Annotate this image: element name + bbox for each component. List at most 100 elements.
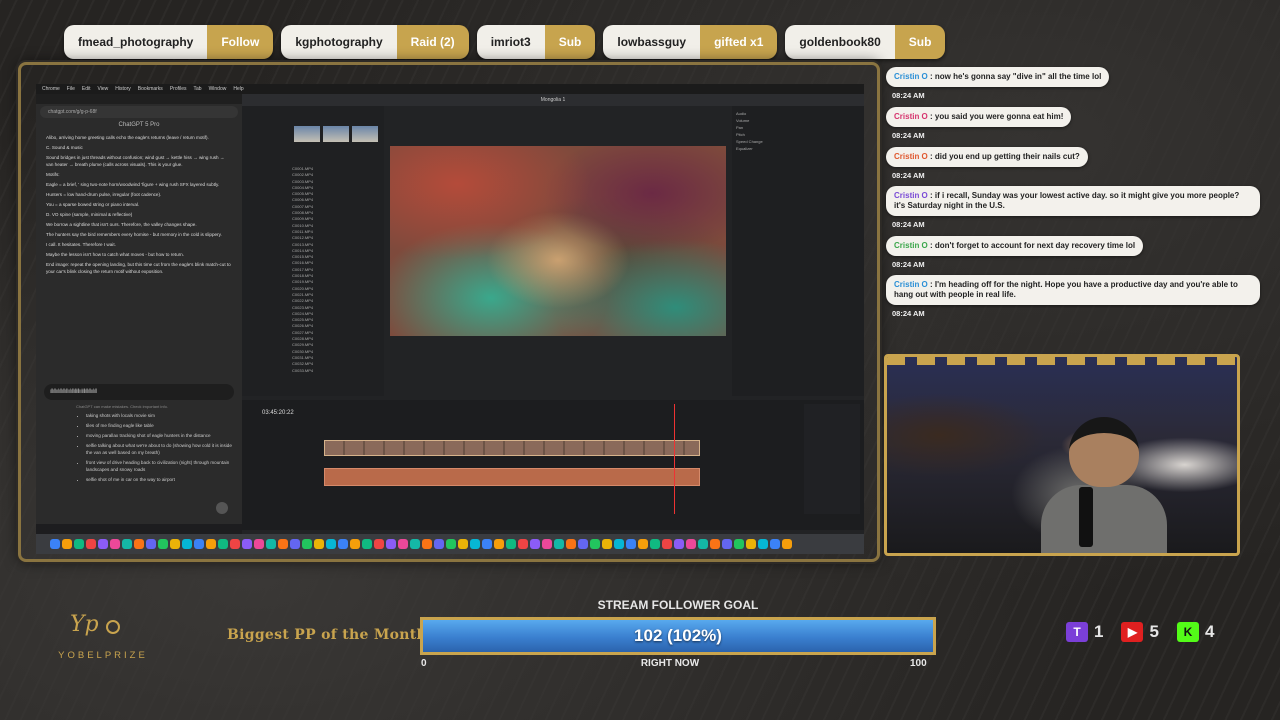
settings-gear-icon[interactable]: [216, 502, 228, 514]
dock-app-icon[interactable]: [590, 539, 600, 549]
dock-app-icon[interactable]: [254, 539, 264, 549]
dock-app-icon[interactable]: [350, 539, 360, 549]
dock-app-icon[interactable]: [554, 539, 564, 549]
dock-app-icon[interactable]: [698, 539, 708, 549]
dock-app-icon[interactable]: [98, 539, 108, 549]
menu-item[interactable]: View: [97, 86, 108, 92]
dock-app-icon[interactable]: [674, 539, 684, 549]
media-thumbnail[interactable]: [352, 126, 378, 142]
dock-app-icon[interactable]: [722, 539, 732, 549]
dock-app-icon[interactable]: [458, 539, 468, 549]
browser-tabs[interactable]: [36, 94, 242, 104]
dock-app-icon[interactable]: [86, 539, 96, 549]
dock-app-icon[interactable]: [182, 539, 192, 549]
menu-item[interactable]: Bookmarks: [138, 86, 163, 92]
media-pool[interactable]: C0001.MP4 C0002.MP4 C0003.MP4 C0004.MP4 C000…: [242, 106, 384, 396]
dock-app-icon[interactable]: [710, 539, 720, 549]
menu-item[interactable]: History: [115, 86, 131, 92]
chat-username[interactable]: Cristin O: [894, 112, 928, 121]
media-thumbnail[interactable]: [294, 126, 320, 142]
dock-app-icon[interactable]: [662, 539, 672, 549]
dock-app-icon[interactable]: [602, 539, 612, 549]
dock-app-icon[interactable]: [146, 539, 156, 549]
dock-app-icon[interactable]: [74, 539, 84, 549]
dock-app-icon[interactable]: [374, 539, 384, 549]
dock-app-icon[interactable]: [626, 539, 636, 549]
dock-app-icon[interactable]: [62, 539, 72, 549]
playhead[interactable]: [674, 404, 675, 514]
dock-app-icon[interactable]: [218, 539, 228, 549]
dock-app-icon[interactable]: [362, 539, 372, 549]
dock-app-icon[interactable]: [470, 539, 480, 549]
dock-app-icon[interactable]: [266, 539, 276, 549]
dock-app-icon[interactable]: [302, 539, 312, 549]
dock-app-icon[interactable]: [122, 539, 132, 549]
menu-item[interactable]: Profiles: [170, 86, 187, 92]
dock-app-icon[interactable]: [278, 539, 288, 549]
edit-timeline[interactable]: 03:45:20:22: [242, 400, 864, 530]
dock-app-icon[interactable]: [578, 539, 588, 549]
inspector-item[interactable]: Volume: [736, 117, 860, 124]
clip-item[interactable]: C0033.MP4: [292, 368, 382, 374]
note-item: taking shots with locals movie sim: [86, 412, 236, 419]
dock-app-icon[interactable]: [50, 539, 60, 549]
dock-app-icon[interactable]: [518, 539, 528, 549]
event-username: fmead_photography: [64, 25, 208, 59]
dock-app-icon[interactable]: [782, 539, 792, 549]
dock-app-icon[interactable]: [386, 539, 396, 549]
chat-username[interactable]: Cristin O: [894, 280, 928, 289]
inspector-item[interactable]: Audio: [736, 110, 860, 117]
browser-url-bar[interactable]: chatgpt.com/g/g-p-68f: [40, 106, 238, 118]
dock-app-icon[interactable]: [110, 539, 120, 549]
dock-app-icon[interactable]: [758, 539, 768, 549]
dock-app-icon[interactable]: [614, 539, 624, 549]
dock-app-icon[interactable]: [746, 539, 756, 549]
menu-item[interactable]: File: [67, 86, 75, 92]
dock-app-icon[interactable]: [494, 539, 504, 549]
dock-app-icon[interactable]: [242, 539, 252, 549]
dock-app-icon[interactable]: [422, 539, 432, 549]
chat-username[interactable]: Cristin O: [894, 152, 928, 161]
dock-app-icon[interactable]: [326, 539, 336, 549]
video-track-clip[interactable]: [324, 440, 700, 456]
inspector-item[interactable]: Equalizer: [736, 145, 860, 152]
dock-app-icon[interactable]: [314, 539, 324, 549]
dock-app-icon[interactable]: [134, 539, 144, 549]
inspector-item[interactable]: Pan: [736, 124, 860, 131]
dock-app-icon[interactable]: [506, 539, 516, 549]
dock-app-icon[interactable]: [290, 539, 300, 549]
dock-app-icon[interactable]: [650, 539, 660, 549]
dock-app-icon[interactable]: [734, 539, 744, 549]
dock-app-icon[interactable]: [170, 539, 180, 549]
audio-track-clip[interactable]: [324, 468, 700, 486]
menu-item[interactable]: Edit: [82, 86, 91, 92]
chat-model-title[interactable]: ChatGPT 5 Pro: [36, 120, 242, 130]
dock-app-icon[interactable]: [158, 539, 168, 549]
chat-username[interactable]: Cristin O: [894, 72, 928, 81]
dock-app-icon[interactable]: [482, 539, 492, 549]
dock-app-icon[interactable]: [338, 539, 348, 549]
dock-app-icon[interactable]: [542, 539, 552, 549]
dock-app-icon[interactable]: [770, 539, 780, 549]
dock-app-icon[interactable]: [410, 539, 420, 549]
media-thumbnail[interactable]: [323, 126, 349, 142]
menu-item[interactable]: Chrome: [42, 86, 60, 92]
inspector-item[interactable]: Speed Change: [736, 138, 860, 145]
inspector-item[interactable]: Pitch: [736, 131, 860, 138]
dock-app-icon[interactable]: [686, 539, 696, 549]
chat-username[interactable]: Cristin O: [894, 241, 928, 250]
dock-app-icon[interactable]: [446, 539, 456, 549]
voice-input-bar[interactable]: ıllıllıılıllıllıllıılıllıllıllıılıllıllı…: [44, 384, 234, 400]
menu-item[interactable]: Window: [209, 86, 227, 92]
dock-app-icon[interactable]: [194, 539, 204, 549]
menu-item[interactable]: Help: [233, 86, 243, 92]
dock-app-icon[interactable]: [530, 539, 540, 549]
chat-username[interactable]: Cristin O: [894, 191, 928, 200]
dock-app-icon[interactable]: [566, 539, 576, 549]
dock-app-icon[interactable]: [638, 539, 648, 549]
dock-app-icon[interactable]: [230, 539, 240, 549]
menu-item[interactable]: Tab: [194, 86, 202, 92]
dock-app-icon[interactable]: [398, 539, 408, 549]
dock-app-icon[interactable]: [434, 539, 444, 549]
dock-app-icon[interactable]: [206, 539, 216, 549]
